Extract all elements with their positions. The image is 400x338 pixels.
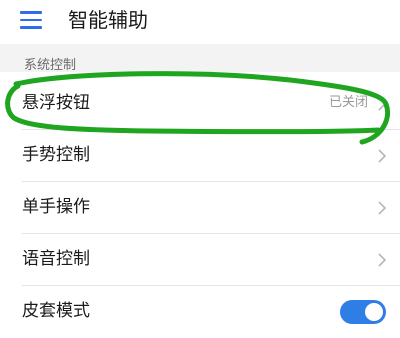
row-label: 皮套模式 <box>22 301 90 321</box>
section-header-system-control: 系统控制 <box>24 58 77 73</box>
chevron-right-icon <box>378 201 386 215</box>
row-cover-mode: 皮套模式 <box>0 286 400 338</box>
row-floating-button[interactable]: 悬浮按钮 已关闭 <box>0 78 400 130</box>
row-label: 语音控制 <box>22 249 90 269</box>
row-label: 单手操作 <box>22 197 90 217</box>
cover-mode-toggle[interactable] <box>340 300 386 324</box>
row-status-value: 已关闭 <box>328 95 368 110</box>
chevron-right-icon <box>378 97 386 111</box>
row-voice-control[interactable]: 语音控制 <box>0 234 400 286</box>
settings-list: 悬浮按钮 已关闭 手势控制 单手操作 语音控制 皮套模式 <box>0 78 400 338</box>
row-label: 手势控制 <box>22 145 90 165</box>
chevron-right-icon <box>378 149 386 163</box>
chevron-right-icon <box>378 253 386 267</box>
page-title: 智能辅助 <box>68 8 148 32</box>
app-header: 智能辅助 <box>0 0 400 44</box>
row-label: 悬浮按钮 <box>22 93 90 113</box>
row-one-hand-operation[interactable]: 单手操作 <box>0 182 400 234</box>
row-gesture-control[interactable]: 手势控制 <box>0 130 400 182</box>
hamburger-menu-icon[interactable] <box>20 11 42 29</box>
toggle-knob <box>365 303 383 321</box>
